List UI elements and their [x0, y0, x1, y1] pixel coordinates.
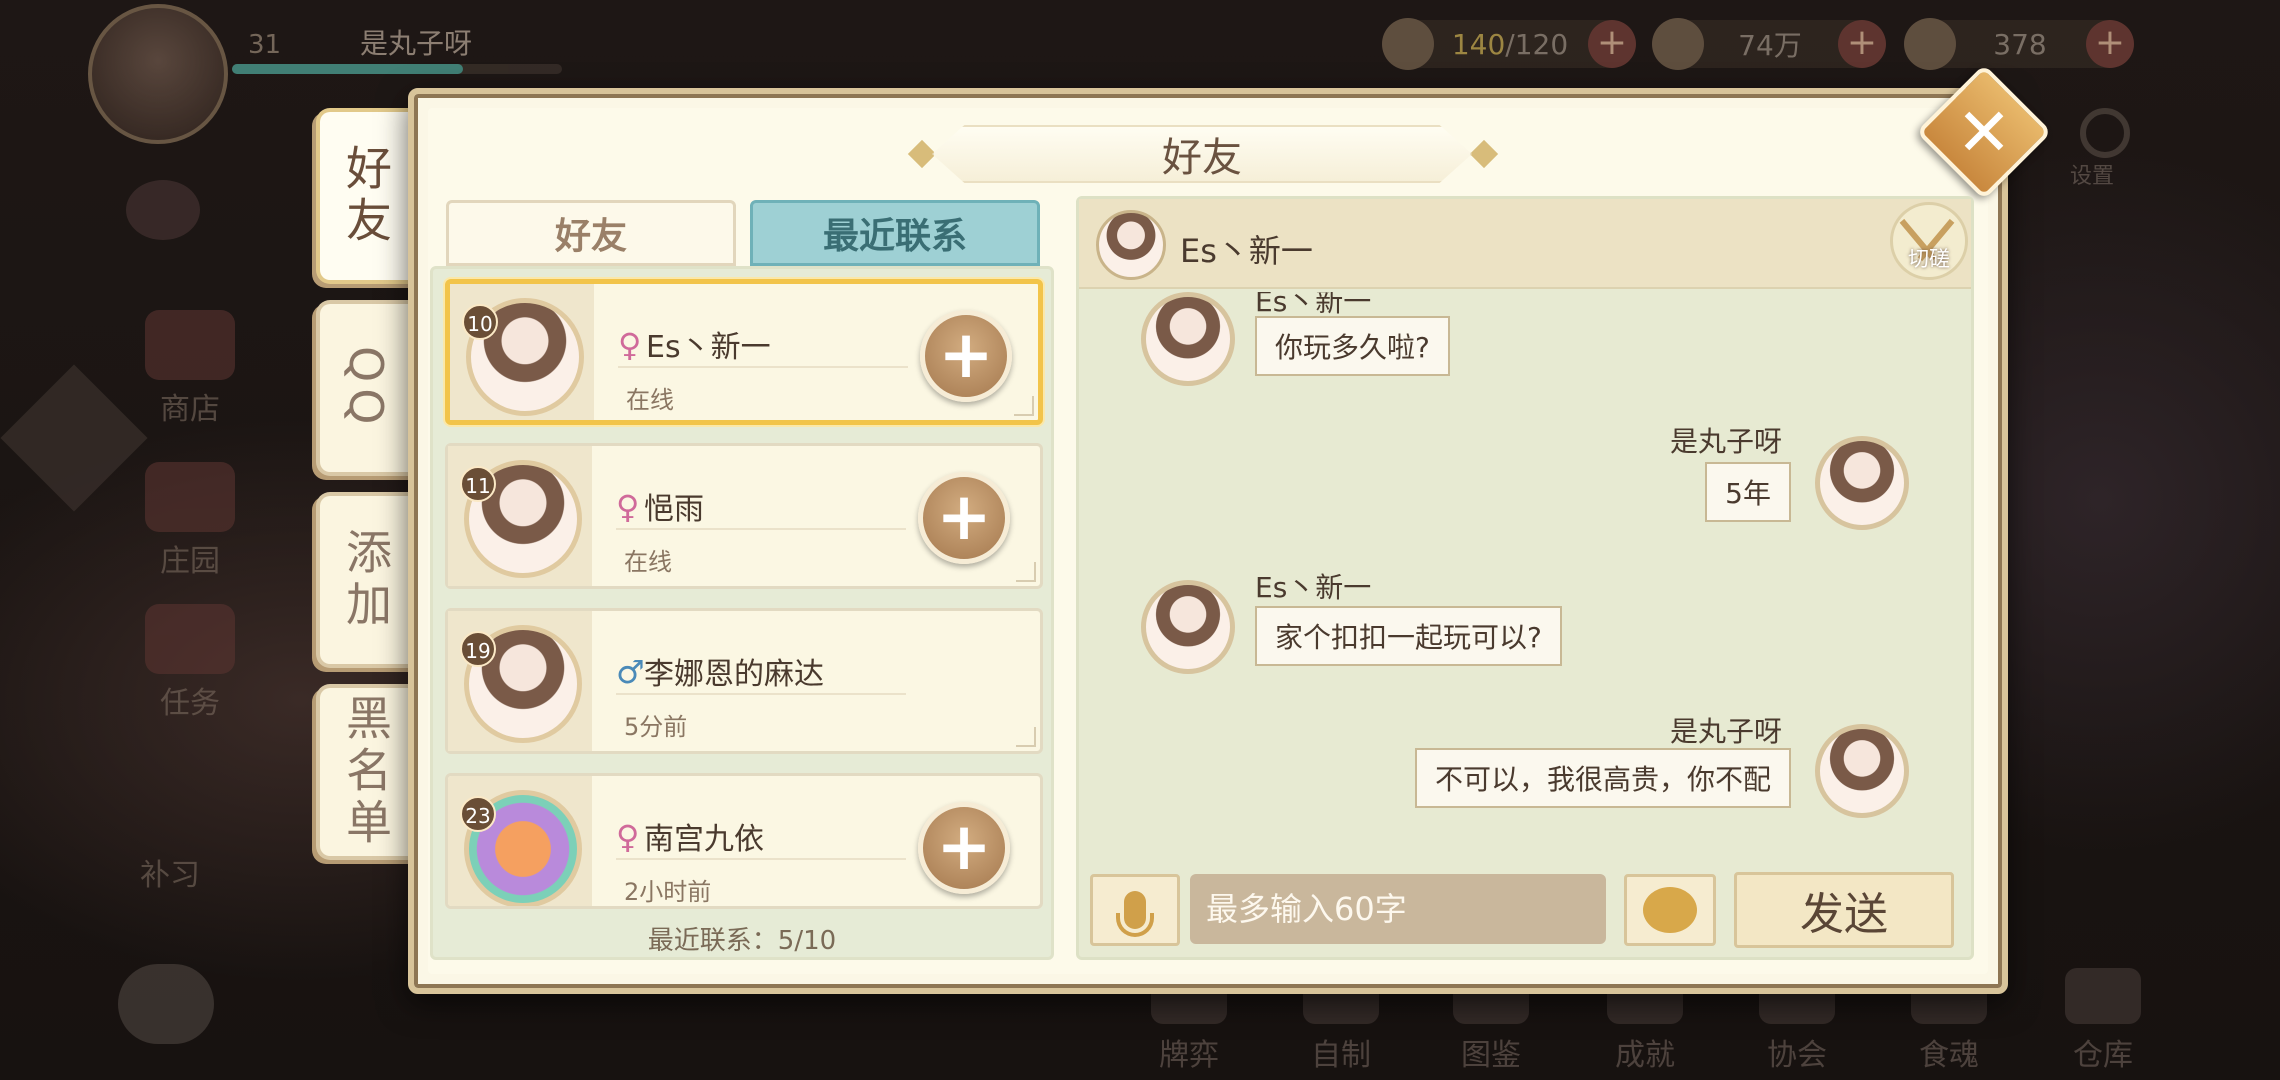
- male-icon: ♂: [616, 653, 645, 691]
- sender-name: 是丸子呀: [1669, 425, 1782, 458]
- level-badge: 11: [460, 466, 496, 502]
- chat-bubble-icon[interactable]: [118, 964, 214, 1044]
- manor-menu[interactable]: 庄园: [140, 462, 240, 580]
- tasks-label: 任务: [160, 686, 220, 721]
- contact-card[interactable]: 10 ♀ Es丶新一 在线 +: [445, 279, 1043, 425]
- level-badge: 23: [460, 796, 496, 832]
- shop-menu[interactable]: 商店: [140, 310, 240, 428]
- bottom-label: 成就: [1615, 1038, 1675, 1073]
- gear-icon[interactable]: [2080, 108, 2130, 158]
- sender-avatar[interactable]: [1815, 724, 1909, 818]
- stamina-max: /120: [1505, 27, 1569, 61]
- level-badge: 19: [460, 631, 496, 667]
- stamina-resource: 140/120 +: [1382, 18, 1636, 70]
- tab-blacklist[interactable]: 黑名单: [316, 684, 412, 860]
- recent-count: 最近联系：5/10: [647, 926, 837, 956]
- player-name: 是丸子呀: [360, 27, 473, 60]
- manor-label: 庄园: [160, 544, 220, 579]
- close-icon[interactable]: ✕: [1936, 84, 2032, 180]
- sender-avatar[interactable]: [1815, 436, 1909, 530]
- voice-button[interactable]: [1090, 874, 1180, 946]
- add-friend-button[interactable]: +: [918, 802, 1010, 894]
- spar-label: 切磋: [1908, 247, 1950, 271]
- bowl-icon: [1382, 18, 1434, 70]
- contact-name: 南宫九依: [644, 822, 764, 857]
- gems-value: 378: [1993, 27, 2047, 61]
- exp-bar: [232, 64, 562, 74]
- contact-status: 5分前: [624, 713, 688, 741]
- dialog-title: 好友: [912, 124, 1492, 184]
- gem-icon: [1904, 18, 1956, 70]
- coins-value: 74万: [1738, 29, 1802, 62]
- contact-status: 2小时前: [624, 878, 712, 906]
- player-level: 31: [248, 30, 282, 60]
- add-friend-button[interactable]: +: [918, 472, 1010, 564]
- chat-partner-avatar[interactable]: [1096, 210, 1166, 280]
- shop-icon: [145, 310, 235, 380]
- tab-qq[interactable]: QQ: [316, 300, 412, 476]
- chat-partner-name: Es丶新一: [1180, 232, 1313, 270]
- gems-resource: 378 +: [1904, 18, 2134, 70]
- tab-friends[interactable]: 好友: [316, 108, 412, 284]
- bottom-label: 仓库: [2073, 1038, 2133, 1073]
- tab-add[interactable]: 添加: [316, 492, 412, 668]
- cat-face-icon: [1643, 887, 1697, 933]
- sender-avatar[interactable]: [1141, 580, 1235, 674]
- list-tab-recent[interactable]: 最近联系: [750, 200, 1040, 266]
- spar-button[interactable]: 切磋: [1890, 202, 1968, 280]
- tutor-menu[interactable]: 补习: [120, 850, 220, 894]
- list-tab-friends[interactable]: 好友: [446, 200, 736, 266]
- bottom-label: 协会: [1767, 1038, 1827, 1073]
- send-button[interactable]: 发送: [1734, 872, 1954, 948]
- sender-avatar[interactable]: [1141, 292, 1235, 386]
- chat-messages[interactable]: Es丶新一 你玩多久啦? 是丸子呀 5年 Es丶新一 家个扣扣一起玩可以? 是丸…: [1079, 292, 1971, 852]
- sender-name: Es丶新一: [1255, 571, 1372, 604]
- contact-card[interactable]: 23 ♀ 南宫九依 2小时前 +: [445, 773, 1043, 909]
- sender-name: 是丸子呀: [1669, 715, 1782, 748]
- add-coins-button[interactable]: +: [1838, 20, 1886, 68]
- dialog-title-text: 好友: [1162, 135, 1242, 181]
- female-icon: ♀: [616, 818, 640, 856]
- female-icon: ♀: [616, 488, 640, 526]
- contact-card[interactable]: 11 ♀ 悒雨 在线 +: [445, 443, 1043, 589]
- coin-icon: [1652, 18, 1704, 70]
- level-badge: 10: [462, 304, 498, 340]
- warehouse-icon: [2065, 968, 2141, 1024]
- bottom-menu-storage[interactable]: 仓库: [2058, 968, 2148, 1074]
- message-bubble: 不可以，我很高贵，你不配: [1414, 748, 1791, 808]
- manor-icon: [145, 462, 235, 532]
- settings-label: 设置: [2070, 164, 2115, 189]
- contact-name: Es丶新一: [646, 330, 771, 365]
- shop-label: 商店: [160, 392, 220, 427]
- bottom-label: 图鉴: [1461, 1038, 1521, 1073]
- tutor-label: 补习: [140, 858, 200, 893]
- contact-name: 李娜恩的麻达: [644, 657, 824, 692]
- emoji-button[interactable]: [1624, 874, 1716, 946]
- contact-status: 在线: [624, 548, 672, 576]
- message-bubble: 5年: [1705, 462, 1791, 522]
- bottom-label: 食魂: [1919, 1038, 1979, 1073]
- contact-card[interactable]: 19 ♂ 李娜恩的麻达 5分前: [445, 608, 1043, 754]
- player-avatar[interactable]: [88, 4, 228, 144]
- scroll-icon: [145, 604, 235, 674]
- stamina-current: 140: [1451, 27, 1506, 61]
- message-bubble: 你玩多久啦?: [1255, 316, 1450, 376]
- message-input[interactable]: [1190, 874, 1606, 944]
- add-friend-button[interactable]: +: [920, 310, 1012, 402]
- microphone-icon: [1116, 891, 1154, 937]
- bottom-label: 牌弈: [1159, 1038, 1219, 1073]
- tasks-menu[interactable]: 任务: [140, 604, 240, 722]
- contact-status: 在线: [626, 386, 674, 414]
- female-icon: ♀: [618, 326, 642, 364]
- coins-resource: 74万 +: [1652, 18, 1886, 70]
- message-bubble: 家个扣扣一起玩可以?: [1255, 606, 1562, 666]
- add-stamina-button[interactable]: +: [1588, 20, 1636, 68]
- bottom-label: 自制: [1311, 1038, 1371, 1073]
- add-gems-button[interactable]: +: [2086, 20, 2134, 68]
- eye-icon[interactable]: [126, 180, 200, 240]
- contact-name: 悒雨: [644, 492, 704, 527]
- contact-list[interactable]: 10 ♀ Es丶新一 在线 + 11 ♀ 悒雨 在线 + 19 ♂ 李娜恩的麻达…: [430, 266, 1054, 960]
